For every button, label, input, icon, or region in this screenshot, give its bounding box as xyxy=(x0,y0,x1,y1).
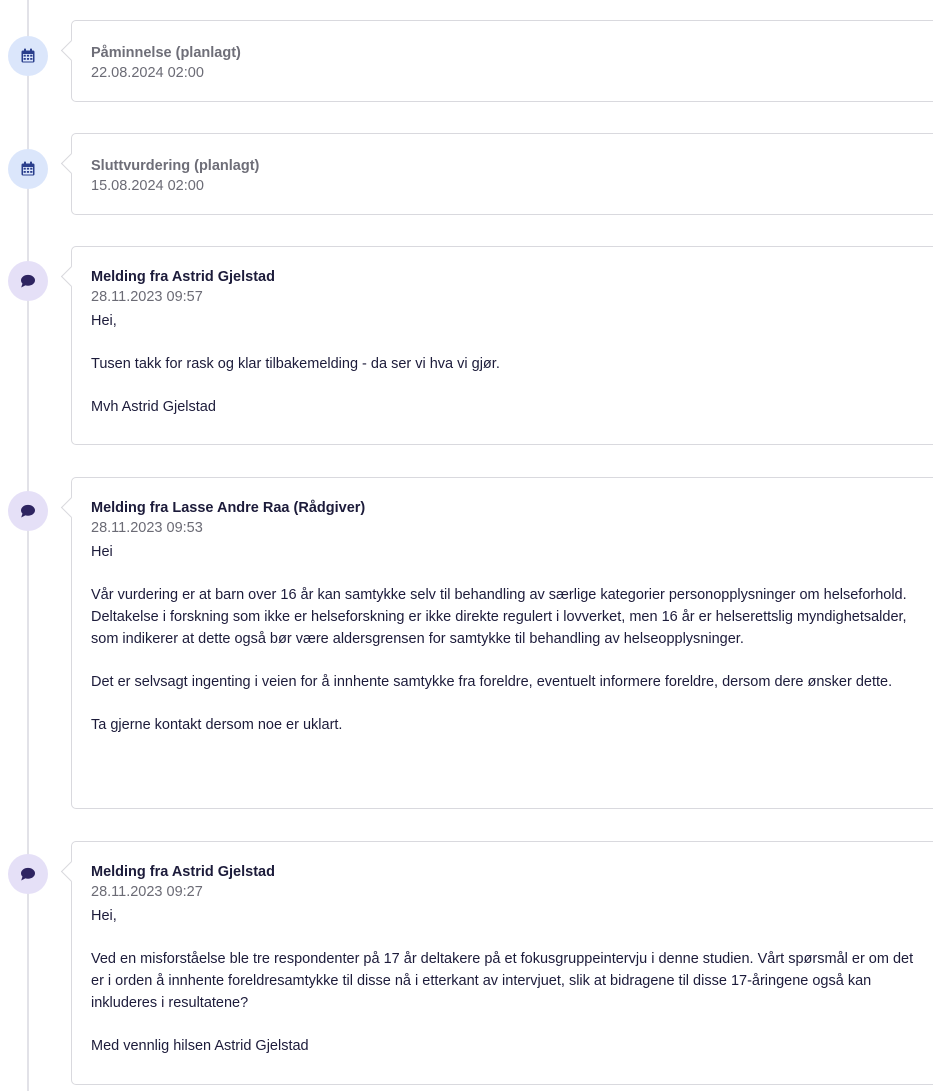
message-paragraph: Ved en misforståelse ble tre respondente… xyxy=(91,951,914,1011)
message-paragraph: Hei, xyxy=(91,908,117,924)
calendar-icon xyxy=(8,149,48,189)
entry-date: 28.11.2023 09:57 xyxy=(91,289,203,305)
message-paragraph: Tusen takk for rask og klar tilbakemeldi… xyxy=(91,356,500,372)
message-paragraph: Hei, xyxy=(91,313,117,329)
entry-date: 15.08.2024 02:00 xyxy=(91,178,204,194)
message-body: Hei Vår vurdering er at barn over 16 år … xyxy=(91,541,930,736)
message-body: Hei, Ved en misforståelse ble tre respon… xyxy=(91,905,930,1057)
message-paragraph: Ta gjerne kontakt dersom noe er uklart. xyxy=(91,717,343,733)
timeline-card: Melding fra Lasse Andre Raa (Rådgiver) 2… xyxy=(71,477,933,809)
entry-title: Påminnelse (planlagt) xyxy=(91,45,241,61)
timeline-card: Sluttvurdering (planlagt) 15.08.2024 02:… xyxy=(71,133,933,215)
entry-title: Melding fra Lasse Andre Raa (Rådgiver) xyxy=(91,500,366,516)
message-paragraph: Det er selvsagt ingenting i veien for å … xyxy=(91,674,893,690)
message-body: Hei, Tusen takk for rask og klar tilbake… xyxy=(91,310,930,418)
message-paragraph: Vår vurdering er at barn over 16 år kan … xyxy=(91,587,907,647)
entry-title: Melding fra Astrid Gjelstad xyxy=(91,269,275,285)
timeline-card: Melding fra Astrid Gjelstad 28.11.2023 0… xyxy=(71,246,933,445)
message-icon xyxy=(8,854,48,894)
timeline-card: Påminnelse (planlagt) 22.08.2024 02:00 xyxy=(71,20,933,102)
message-paragraph: Hei xyxy=(91,544,113,560)
entry-title: Sluttvurdering (planlagt) xyxy=(91,158,260,174)
timeline-card: Melding fra Astrid Gjelstad 28.11.2023 0… xyxy=(71,841,933,1085)
entry-date: 28.11.2023 09:53 xyxy=(91,520,203,536)
message-icon xyxy=(8,261,48,301)
entry-date: 22.08.2024 02:00 xyxy=(91,65,204,81)
message-paragraph: Med vennlig hilsen Astrid Gjelstad xyxy=(91,1038,309,1054)
entry-title: Melding fra Astrid Gjelstad xyxy=(91,864,275,880)
message-paragraph: Mvh Astrid Gjelstad xyxy=(91,399,216,415)
calendar-icon xyxy=(8,36,48,76)
message-icon xyxy=(8,491,48,531)
entry-date: 28.11.2023 09:27 xyxy=(91,884,203,900)
